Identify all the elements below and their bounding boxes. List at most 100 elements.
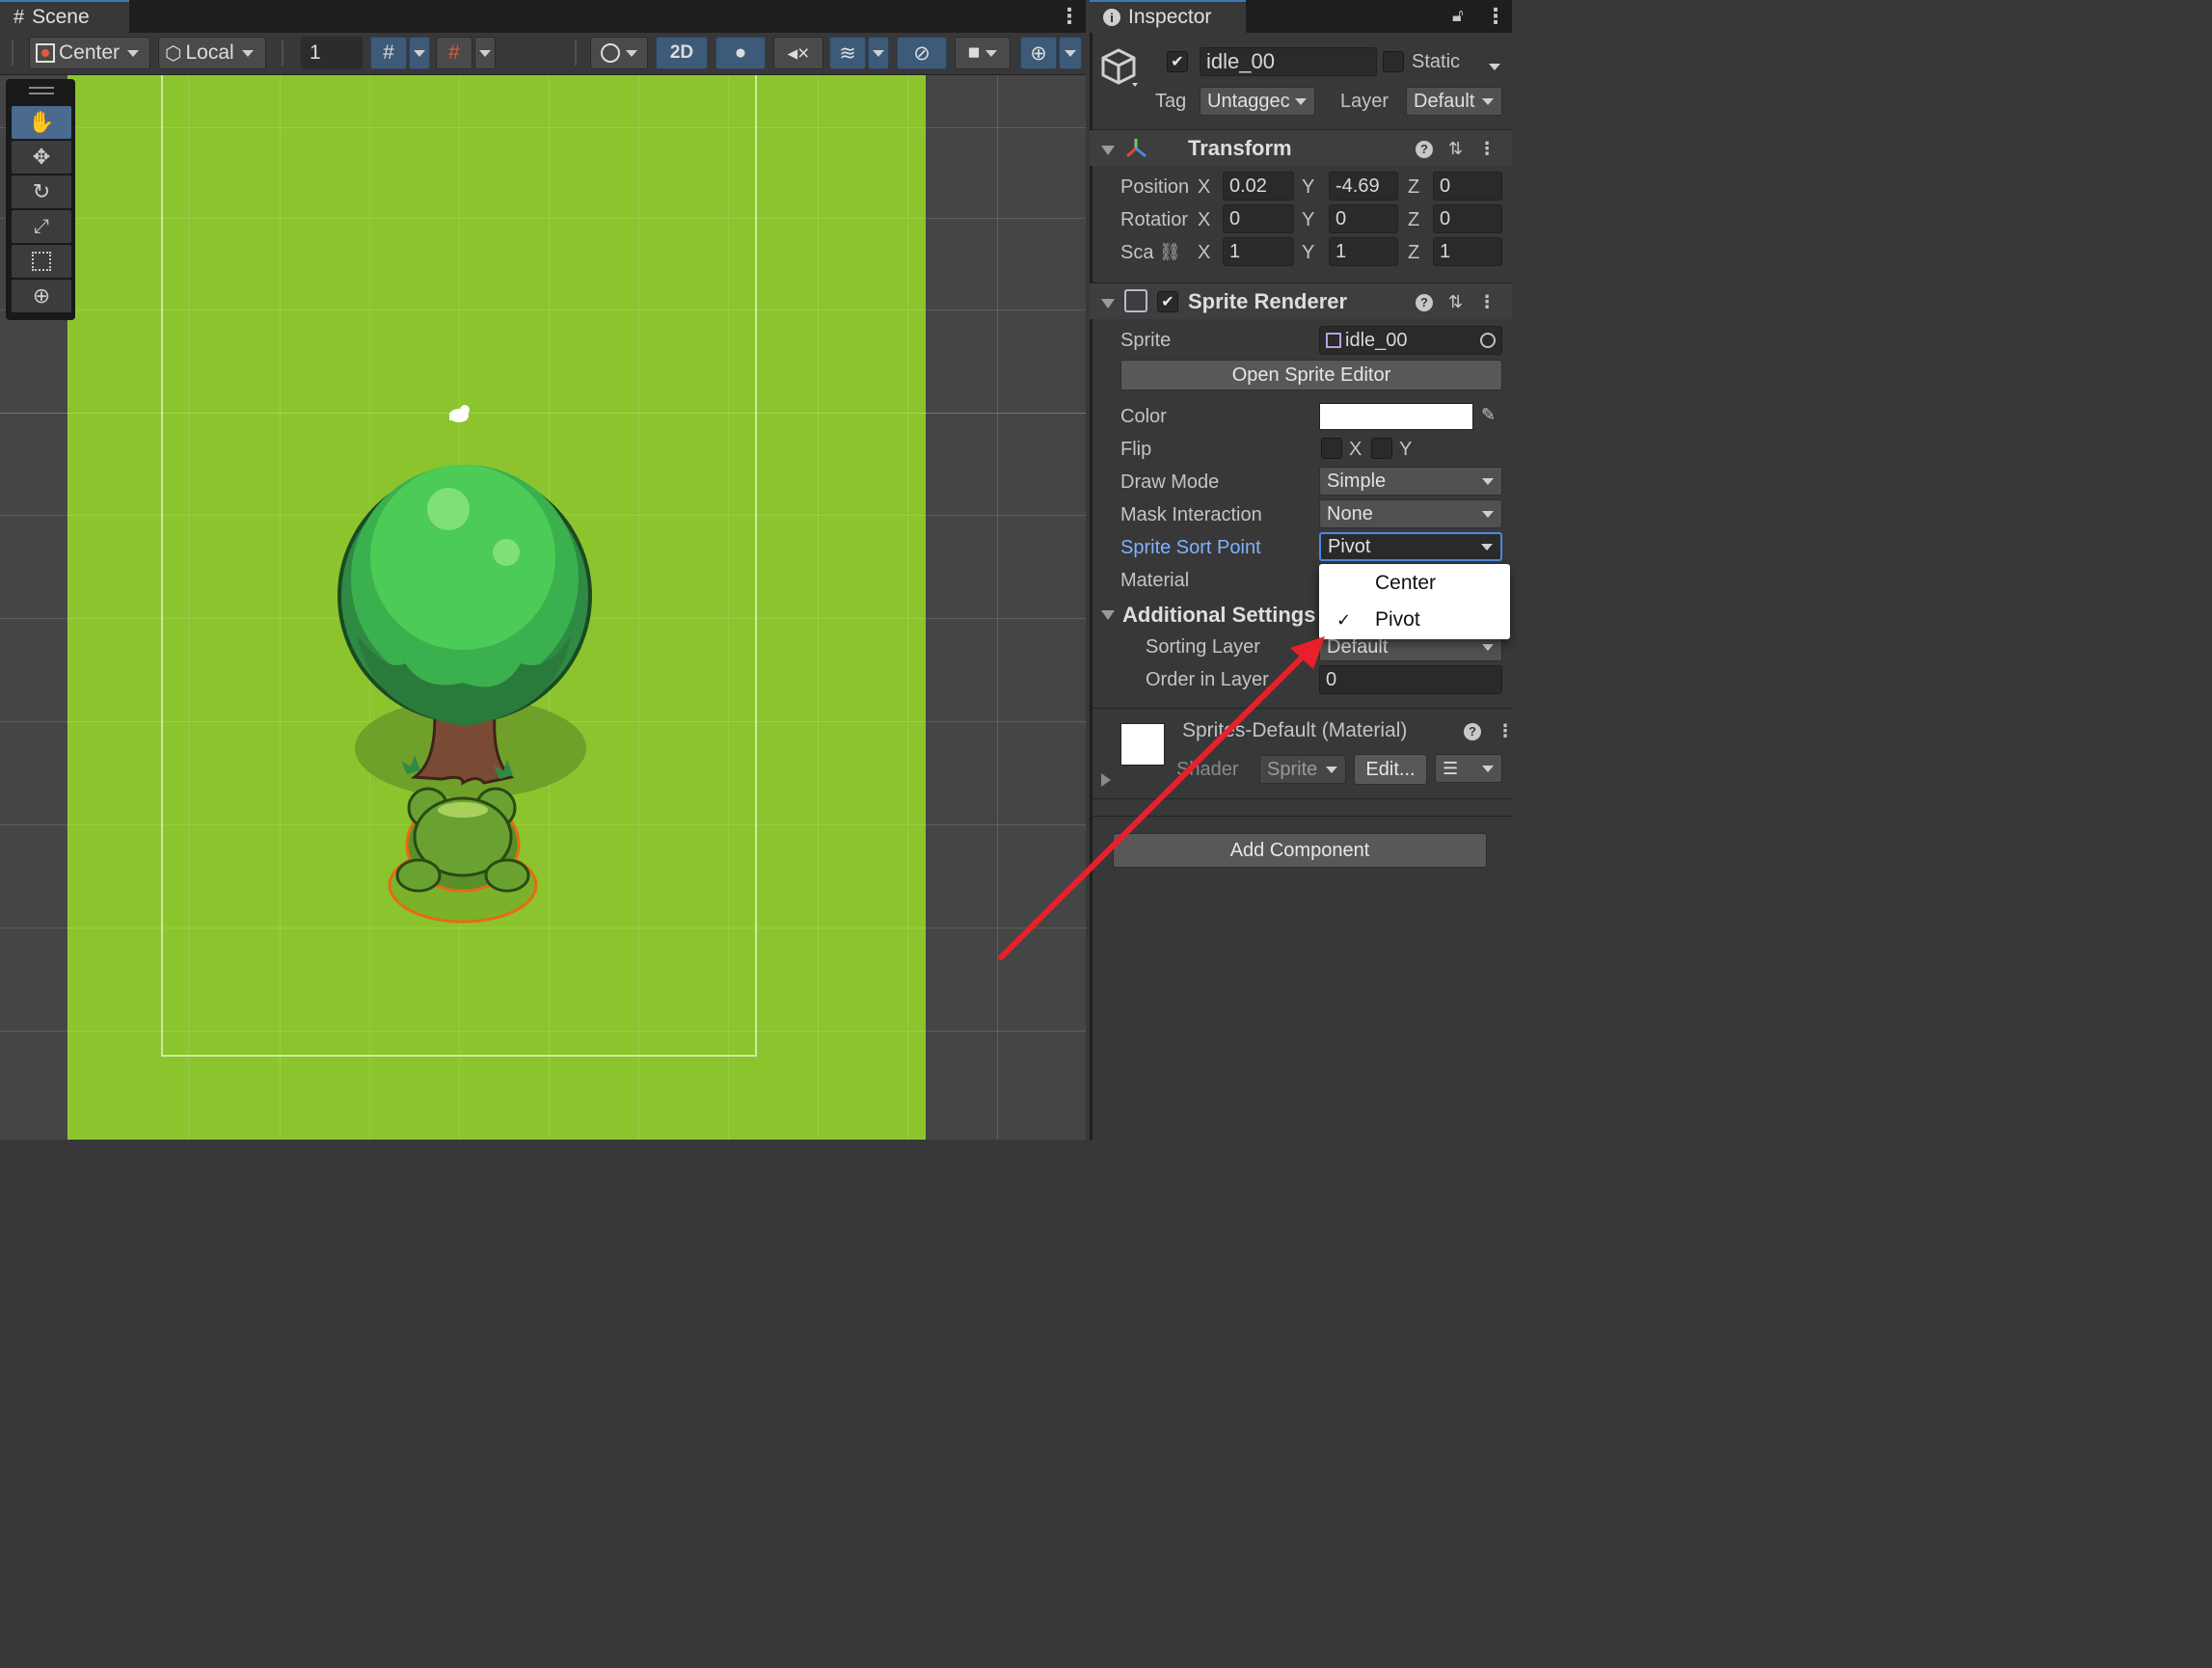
rect-tool-icon[interactable] <box>12 245 71 278</box>
chevron-down-icon <box>1481 543 1493 551</box>
tab-scene[interactable]: # Scene <box>0 0 129 33</box>
hidden-objects-eye-icon[interactable]: ⊘ <box>897 37 947 69</box>
position-z-field[interactable]: 0 <box>1433 172 1502 201</box>
color-swatch[interactable] <box>1319 403 1473 430</box>
layer-dropdown[interactable]: Default <box>1406 87 1502 116</box>
rotation-x-label: X <box>1198 209 1211 230</box>
palette-grip-icon[interactable] <box>29 87 54 89</box>
mask-interaction-value: None <box>1327 502 1373 525</box>
scale-x-field[interactable]: 1 <box>1223 237 1294 266</box>
presets-icon[interactable]: ⇅ <box>1448 292 1463 312</box>
transform-tool-icon[interactable]: ⊕ <box>12 280 71 312</box>
component-menu-icon[interactable]: ⋮ <box>1478 292 1496 312</box>
hand-tool-icon[interactable]: ✋ <box>12 106 71 139</box>
help-icon[interactable]: ? <box>1416 140 1433 158</box>
move-tool-icon[interactable]: ✥ <box>12 141 71 174</box>
sprite-renderer-icon <box>1124 289 1147 312</box>
help-icon[interactable]: ? <box>1416 293 1433 311</box>
eyedropper-icon[interactable]: ✎ <box>1481 405 1496 425</box>
foldout-arrow-icon[interactable] <box>1101 296 1115 313</box>
chevron-down-icon <box>1482 477 1494 485</box>
sprite-label: Sprite <box>1120 330 1172 351</box>
scene-tab-bar <box>0 0 1086 33</box>
tag-value: Untaggec <box>1207 90 1290 112</box>
frog-sprite <box>388 787 538 924</box>
help-icon[interactable]: ? <box>1464 722 1481 740</box>
grid-snap-icon[interactable]: # <box>370 37 407 69</box>
shader-options-dropdown[interactable]: ☰ <box>1435 754 1502 783</box>
toggle-2d-button[interactable]: 2D <box>656 37 708 69</box>
tag-dropdown[interactable]: Untaggec <box>1200 87 1315 116</box>
object-name-field[interactable]: idle_00 <box>1200 47 1377 76</box>
order-in-layer-field[interactable]: 0 <box>1319 665 1502 694</box>
flip-x-checkbox[interactable] <box>1321 438 1342 459</box>
rotation-x-field[interactable]: 0 <box>1223 204 1294 233</box>
tree-sprite <box>337 465 592 798</box>
material-foldout-icon[interactable] <box>1101 773 1111 787</box>
constrain-proportions-icon[interactable]: ⛓ <box>1159 242 1181 262</box>
shading-mode-dropdown[interactable] <box>590 37 648 69</box>
rotate-tool-icon[interactable]: ↻ <box>12 175 71 208</box>
active-checkbox[interactable]: ✔ <box>1167 51 1188 72</box>
effects-icon[interactable]: ≋ <box>829 37 866 69</box>
scene-menu-icon[interactable]: ⋮ <box>1059 6 1080 27</box>
increment-snap-dropdown[interactable] <box>474 37 496 69</box>
position-x-field[interactable]: 0.02 <box>1223 172 1294 201</box>
rotation-y-field[interactable]: 0 <box>1329 204 1398 233</box>
lighting-toggle-icon[interactable]: ● <box>715 37 766 69</box>
popup-option-center[interactable]: Center <box>1319 565 1510 602</box>
component-menu-icon[interactable]: ⋮ <box>1478 139 1496 159</box>
sprite-object-field[interactable]: idle_00 <box>1319 326 1502 355</box>
draw-mode-dropdown[interactable]: Simple <box>1319 467 1502 496</box>
presets-icon[interactable]: ⇅ <box>1448 139 1463 159</box>
static-label: Static <box>1412 51 1461 72</box>
scale-tool-icon[interactable]: ⤢ <box>12 210 71 243</box>
object-picker-icon[interactable] <box>1480 333 1496 348</box>
add-component-button[interactable]: Add Component <box>1113 833 1487 868</box>
shader-dropdown[interactable]: Sprite <box>1259 755 1346 784</box>
audio-mute-icon[interactable]: ◂× <box>773 37 823 69</box>
foldout-arrow-icon[interactable] <box>1101 607 1115 625</box>
gizmos-icon[interactable]: ⊕ <box>1020 37 1057 69</box>
popup-option-pivot[interactable]: ✓ Pivot <box>1319 602 1510 638</box>
pivot-mode-dropdown[interactable]: Center <box>29 37 150 69</box>
material-menu-icon[interactable]: ⋮ <box>1497 721 1514 741</box>
scale-y-field[interactable]: 1 <box>1329 237 1398 266</box>
scene-toolbar: Center ⬡ Local 1 # # 2D ● ◂× ≋ ⊘ ■ ⊕ <box>0 33 1086 75</box>
grid-size-input[interactable]: 1 <box>301 37 363 69</box>
effects-dropdown[interactable] <box>868 37 889 69</box>
chevron-down-icon <box>1482 765 1494 772</box>
inspector-menu-icon[interactable]: ⋮ <box>1485 6 1506 27</box>
lock-icon[interactable]: 🔓︎ <box>1452 6 1464 26</box>
foldout-arrow-icon[interactable] <box>1101 143 1115 160</box>
gizmos-dropdown[interactable] <box>1059 37 1082 69</box>
increment-snap-icon[interactable]: # <box>436 37 472 69</box>
tab-inspector-label: Inspector <box>1128 6 1212 28</box>
shader-value: Sprite <box>1267 758 1318 780</box>
chevron-down-icon <box>1326 766 1337 773</box>
sprite-renderer-enabled-checkbox[interactable]: ✔ <box>1157 291 1178 312</box>
static-checkbox[interactable] <box>1383 51 1404 72</box>
sprite-asset-icon <box>1326 333 1341 348</box>
flip-y-checkbox[interactable] <box>1371 438 1392 459</box>
shader-edit-button[interactable]: Edit... <box>1354 754 1427 785</box>
tab-inspector[interactable]: i Inspector <box>1090 0 1246 33</box>
scale-x-label: X <box>1198 242 1211 263</box>
position-y-field[interactable]: -4.69 <box>1329 172 1398 201</box>
rotation-z-field[interactable]: 0 <box>1433 204 1502 233</box>
scene-sprites <box>337 405 592 924</box>
tab-scene-label: Scene <box>32 6 90 28</box>
tag-label: Tag <box>1155 91 1187 112</box>
toolbar-grip <box>12 40 13 66</box>
mask-interaction-dropdown[interactable]: None <box>1319 499 1502 528</box>
scene-viewport[interactable] <box>0 75 1086 1140</box>
space-mode-dropdown[interactable]: ⬡ Local <box>158 37 266 69</box>
open-sprite-editor-button[interactable]: Open Sprite Editor <box>1120 360 1502 390</box>
scale-z-field[interactable]: 1 <box>1433 237 1502 266</box>
static-dropdown-icon[interactable] <box>1489 58 1500 75</box>
grid-snap-dropdown[interactable] <box>409 37 430 69</box>
rotation-z-label: Z <box>1408 209 1420 230</box>
scene-camera-dropdown[interactable]: ■ <box>955 37 1011 69</box>
sprite-sort-point-dropdown[interactable]: Pivot <box>1319 532 1502 561</box>
additional-settings-foldout[interactable]: Additional Settings <box>1122 603 1315 628</box>
